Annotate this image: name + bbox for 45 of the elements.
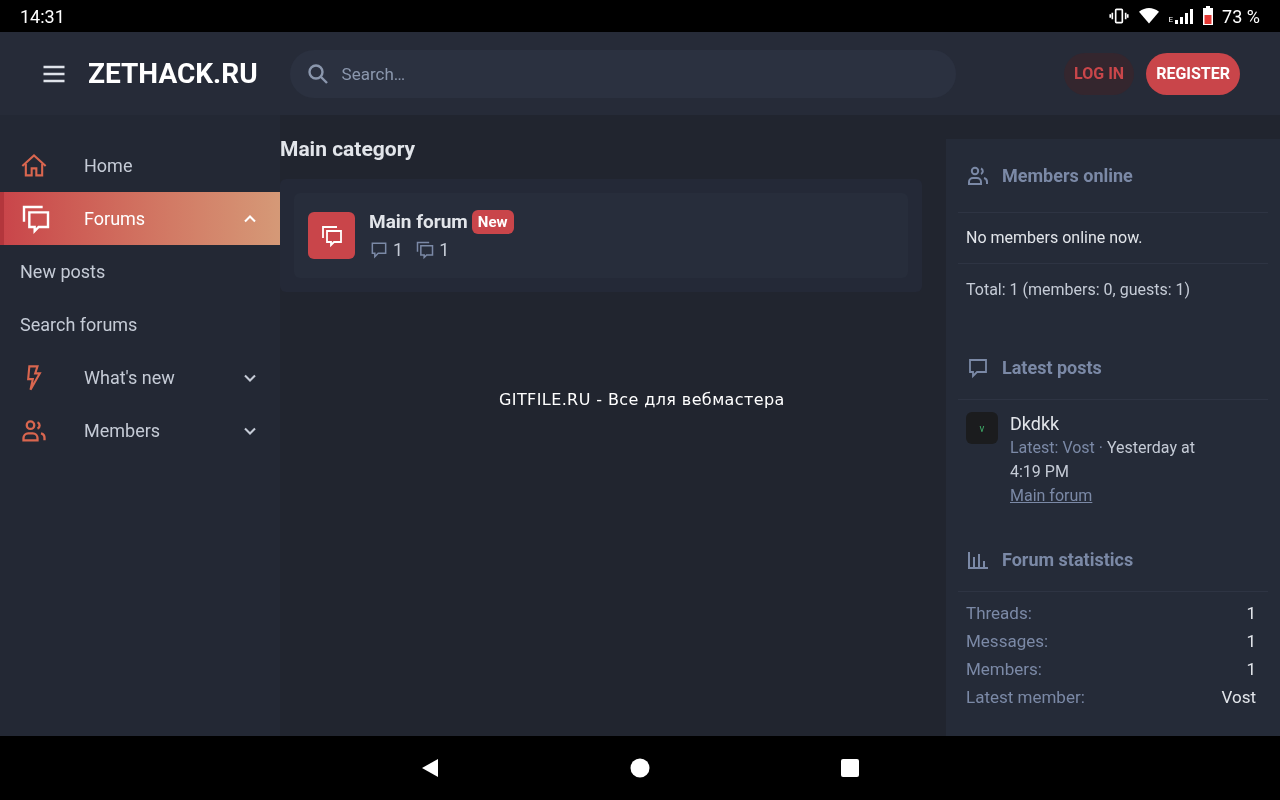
message-count: 1 xyxy=(439,238,450,263)
stat-value: 1 xyxy=(1246,658,1256,682)
battery-icon xyxy=(1202,6,1215,26)
nav-item[interactable]: Home xyxy=(0,139,280,192)
chat-bubbles-icon xyxy=(415,239,436,260)
wifi-icon xyxy=(1136,6,1161,26)
stat-label: Latest member: xyxy=(966,686,1085,710)
avatar[interactable]: v xyxy=(966,412,998,444)
widget-title: Latest posts xyxy=(1002,356,1102,380)
online-message: No members online now. xyxy=(958,213,1268,264)
online-total: Total: 1 (members: 0, guests: 1) xyxy=(966,279,1192,301)
stat-value: 1 xyxy=(1246,630,1256,654)
register-button[interactable]: REGISTER xyxy=(1146,52,1240,95)
stat-label: Members: xyxy=(966,658,1042,682)
thread-count: 1 xyxy=(393,238,404,263)
forum-link[interactable]: Main forum xyxy=(1010,484,1225,508)
nav-item[interactable]: What's new xyxy=(0,351,280,404)
post-meta: Latest: Vost · Yesterday at 4:19 PM xyxy=(1010,437,1196,483)
network-type-label: E xyxy=(1168,16,1174,24)
footer-text: GITFILE.RU - Все для вебмастера xyxy=(499,389,786,411)
nav-item[interactable]: Members xyxy=(0,404,280,457)
nav-item[interactable]: Forums xyxy=(0,192,280,245)
widget-title: Forum statistics xyxy=(1002,548,1134,572)
site-logo[interactable]: ZETHACK.RU xyxy=(88,52,258,95)
forum-row[interactable]: Main forum New 1 1 xyxy=(294,193,908,278)
chat-bubbles-icon xyxy=(319,223,344,248)
new-badge: New xyxy=(471,210,514,234)
nav-subitem[interactable]: New posts xyxy=(0,245,280,298)
stat-label: Messages: xyxy=(966,630,1049,654)
forum-title[interactable]: Main forum xyxy=(369,207,468,237)
stat-label: Threads: xyxy=(966,602,1032,626)
recents-icon[interactable] xyxy=(840,758,860,778)
status-time: 14:31 xyxy=(20,4,65,29)
post-title[interactable]: Dkdkk xyxy=(1010,412,1225,436)
stat-value: 1 xyxy=(1246,602,1256,626)
home-icon[interactable] xyxy=(630,758,650,778)
back-icon[interactable] xyxy=(420,758,440,778)
vibrate-icon xyxy=(1108,6,1129,26)
widget-title: Members online xyxy=(1002,164,1133,188)
nav-subitem[interactable]: Search forums xyxy=(0,298,280,351)
battery-percentage: 73 % xyxy=(1222,4,1260,29)
signal-icon xyxy=(1174,8,1195,24)
stat-value: Vost xyxy=(1221,686,1256,710)
search-field[interactable]: Search… xyxy=(289,49,956,98)
category-title: Main category xyxy=(280,136,417,163)
